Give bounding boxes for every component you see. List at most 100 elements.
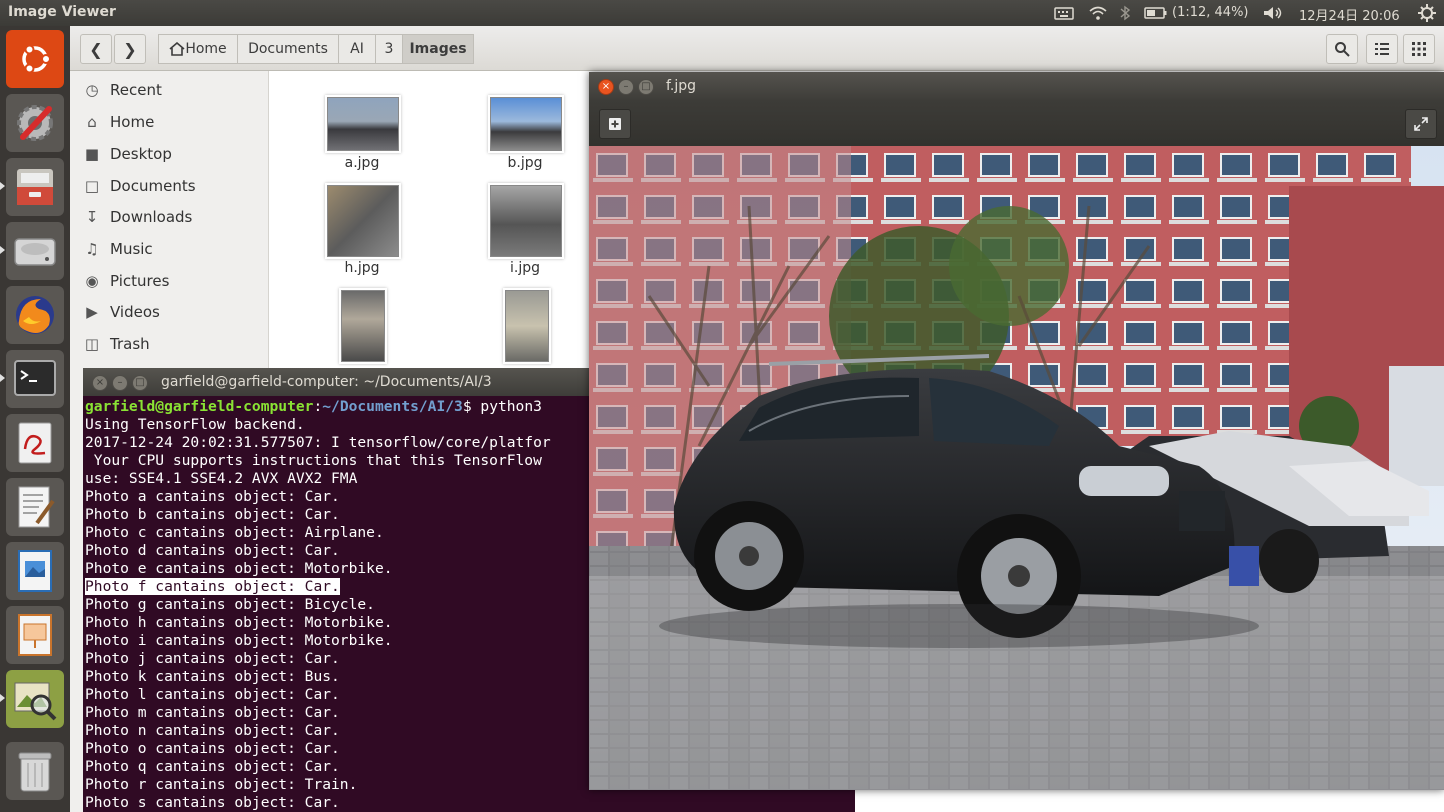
home-icon — [169, 42, 185, 56]
forward-button[interactable]: ❯ — [114, 34, 146, 64]
volume-icon[interactable] — [1262, 5, 1284, 25]
file-name[interactable]: b.jpg — [475, 155, 575, 171]
terminal-line: Photo g cantains object: Bicycle. — [85, 596, 375, 613]
file-name[interactable]: a.jpg — [312, 155, 412, 171]
breadcrumb-ai[interactable]: AI — [338, 34, 376, 64]
terminal-line: Photo m cantains object: Car. — [85, 704, 340, 721]
trash-icon: ◫ — [84, 335, 100, 353]
image-display[interactable] — [589, 146, 1444, 790]
clock[interactable]: 12月24日 20:06 — [1299, 5, 1400, 24]
running-indicator — [0, 182, 5, 190]
file-manager-toolbar: ❮ ❯ Home Documents AI 3 Images — [70, 26, 1444, 71]
files-button[interactable] — [6, 158, 64, 216]
thumbnail-b[interactable] — [490, 97, 562, 151]
battery-icon[interactable] — [1144, 5, 1168, 25]
close-button[interactable]: × — [92, 375, 108, 391]
terminal-line: Photo b cantains object: Car. — [85, 506, 340, 523]
breadcrumb-label: 3 — [384, 41, 394, 57]
file-name[interactable]: i.jpg — [475, 260, 575, 276]
sidebar-item-trash[interactable]: ◫ Trash — [70, 329, 268, 359]
active-app-title: Image Viewer — [8, 4, 116, 20]
trash-button[interactable] — [6, 742, 64, 800]
sidebar-item-desktop[interactable]: ■ Desktop — [70, 139, 268, 169]
running-indicator — [0, 374, 5, 382]
thumbnail-a[interactable] — [327, 97, 399, 151]
terminal-line: Photo q cantains object: Car. — [85, 758, 340, 775]
image-viewer-window: × – □ f.jpg — [589, 72, 1444, 790]
system-settings-button[interactable] — [6, 94, 64, 152]
prompt-colon: : — [313, 398, 323, 415]
minimize-icon: – — [117, 377, 123, 388]
text-editor-icon — [18, 486, 55, 528]
clock-icon: ◷ — [85, 81, 99, 99]
search-button[interactable] — [1326, 34, 1358, 64]
home-icon: ⌂ — [87, 113, 97, 131]
sidebar-item-home[interactable]: ⌂ Home — [70, 107, 268, 137]
image-viewer-icon — [14, 682, 57, 721]
maximize-button[interactable]: □ — [638, 79, 654, 95]
terminal-line: Photo j cantains object: Car. — [85, 650, 340, 667]
terminal-line: Photo k cantains object: Bus. — [85, 668, 340, 685]
sidebar-item-music[interactable]: ♫ Music — [70, 234, 268, 264]
viewer-title: f.jpg — [666, 78, 697, 94]
sidebar-item-label: Music — [110, 240, 153, 258]
battery-status[interactable]: (1:12, 44%) — [1172, 5, 1249, 20]
grid-icon — [1412, 42, 1426, 56]
thumbnail-file[interactable] — [505, 290, 549, 362]
thumbnail-h[interactable] — [327, 185, 399, 257]
terminal-button[interactable] — [6, 350, 64, 408]
top-panel: Image Viewer (1:12, 44%) 12月24日 20:06 — [0, 0, 1444, 26]
sidebar-item-documents[interactable]: □ Documents — [70, 171, 268, 201]
video-icon: ▶ — [86, 303, 98, 321]
document-viewer-button[interactable] — [6, 414, 64, 472]
viewer-titlebar: × – □ f.jpg — [589, 72, 1444, 100]
breadcrumb-home[interactable]: Home — [158, 34, 238, 64]
terminal-line-selected: Photo f cantains object: Car. — [85, 578, 340, 595]
disk-drive-button[interactable] — [6, 222, 64, 280]
breadcrumb-label: AI — [350, 41, 364, 57]
fullscreen-icon — [1414, 117, 1428, 131]
sidebar-item-downloads[interactable]: ↧ Downloads — [70, 202, 268, 232]
thumbnail-file[interactable] — [341, 290, 385, 362]
grid-view-button[interactable] — [1403, 34, 1435, 64]
breadcrumb-images[interactable]: Images — [402, 34, 474, 64]
terminal-line: Photo e cantains object: Motorbike. — [85, 560, 393, 577]
writer-button[interactable] — [6, 542, 64, 600]
file-name[interactable]: h.jpg — [312, 260, 412, 276]
close-icon: × — [95, 377, 105, 388]
gear-icon[interactable] — [1418, 4, 1436, 26]
back-button[interactable]: ❮ — [80, 34, 112, 64]
image-viewer-button[interactable] — [6, 670, 64, 728]
list-view-button[interactable] — [1366, 34, 1398, 64]
minimize-button[interactable]: – — [112, 375, 128, 391]
breadcrumb-documents[interactable]: Documents — [237, 34, 339, 64]
sidebar-item-videos[interactable]: ▶ Videos — [70, 297, 268, 327]
minimize-button[interactable]: – — [618, 79, 634, 95]
text-editor-button[interactable] — [6, 478, 64, 536]
gallery-toggle-button[interactable] — [599, 109, 631, 139]
writer-document-icon — [18, 550, 52, 592]
ubuntu-dash-button[interactable] — [6, 30, 64, 88]
terminal-line: Photo s cantains object: Car. — [85, 794, 340, 811]
viewer-toolbar — [589, 100, 1444, 146]
sidebar-item-recent[interactable]: ◷ Recent — [70, 75, 268, 105]
sidebar-item-pictures[interactable]: ◉ Pictures — [70, 266, 268, 296]
pdf-viewer-icon — [18, 422, 52, 464]
impress-button[interactable] — [6, 606, 64, 664]
ubuntu-logo-icon — [22, 44, 51, 74]
terminal-title: garfield@garfield-computer: ~/Documents/… — [161, 374, 492, 390]
breadcrumb-3[interactable]: 3 — [375, 34, 403, 64]
close-button[interactable]: × — [598, 79, 614, 95]
terminal-line: Photo d cantains object: Car. — [85, 542, 340, 559]
fullscreen-button[interactable] — [1405, 109, 1437, 139]
thumbnail-i[interactable] — [490, 185, 562, 257]
list-icon — [1375, 43, 1389, 55]
wifi-icon[interactable] — [1088, 5, 1108, 25]
download-icon: ↧ — [85, 208, 99, 226]
maximize-button[interactable]: □ — [132, 375, 148, 391]
keyboard-icon[interactable] — [1054, 5, 1074, 25]
terminal-line: Your CPU supports instructions that this… — [85, 452, 542, 469]
launcher — [0, 26, 70, 812]
firefox-button[interactable] — [6, 286, 64, 344]
bluetooth-icon[interactable] — [1119, 5, 1131, 25]
